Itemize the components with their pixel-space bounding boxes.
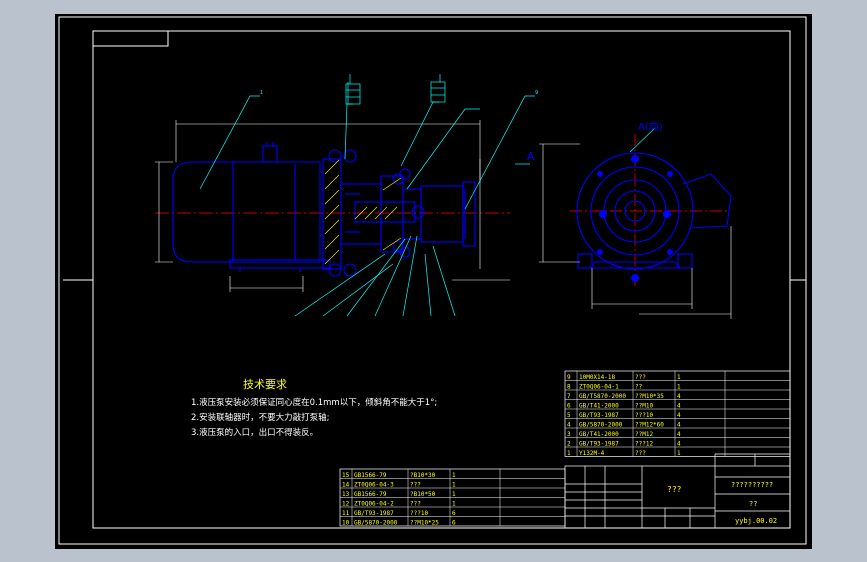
- technical-notes: 技术要求 1.液压泵安装必须保证同心度在0.1mm以下，倾斜角不能大于1°; 2…: [191, 378, 437, 438]
- bom-upper-cell-name: ???: [635, 450, 646, 457]
- section-a-label: A: [527, 150, 535, 163]
- drawing-canvas: 1 9 A(向) A 技术要求 1.液压泵安装必须保证同心度在0.1mm以下，倾…: [55, 14, 812, 549]
- cad-drawing: 1 9 A(向) A 技术要求 1.液压泵安装必须保证同心度在0.1mm以下，倾…: [58, 16, 807, 545]
- bom-lower-cell-qty: 1: [452, 472, 456, 479]
- front-label-1: 1: [260, 90, 263, 96]
- bom-lower-cell-code: GB/5870-2000: [354, 520, 398, 527]
- bom-lower-cell-code: GB1566-79: [354, 472, 387, 479]
- bom-upper-cell-no: 6: [567, 403, 571, 410]
- bom-lower-cell-no: 11: [342, 510, 350, 517]
- bom-upper-cell-no: 7: [567, 393, 571, 400]
- bom-upper-cell-code: GB/T93-1987: [579, 441, 619, 448]
- bom-upper-cell-name: ??M12: [635, 431, 653, 438]
- bom-upper-cell-name: ??M10*35: [635, 393, 664, 400]
- bom-upper-cell-no: 3: [567, 431, 571, 438]
- bolt-top: [328, 149, 342, 163]
- bom-upper-cell-qty: 1: [677, 374, 681, 381]
- bom-lower-cell-name: ???10: [410, 510, 428, 517]
- bom-upper-cell-name: ??M10: [635, 403, 653, 410]
- bom-upper-cell-no: 5: [567, 412, 571, 419]
- side-view-a: A(向) A: [515, 120, 732, 319]
- note-1: 1.液压泵安装必须保证同心度在0.1mm以下，倾斜角不能大于1°;: [191, 397, 437, 408]
- title-block-name: ???: [667, 485, 682, 494]
- bom-lower-cell-no: 10: [342, 520, 350, 527]
- bom-upper-cell-code: 10M0X14-18: [579, 374, 616, 381]
- bom-upper-cell-qty: 4: [677, 403, 681, 410]
- bom-upper-table: 9 10M0X14-18??? 1 8 ZT0Q06-04-1?? 1 7 GB/T5870-…: [564, 370, 791, 457]
- bom-lower-cell-no: 14: [342, 482, 350, 489]
- bom-lower-cell-name: ???: [410, 482, 421, 489]
- coupling-pin: [411, 205, 425, 219]
- motor-terminal-box: [262, 145, 278, 163]
- bom-upper-cell-name: ??: [635, 384, 643, 391]
- bom-upper-cell-no: 1: [567, 450, 571, 457]
- bom-upper-cell-qty: 4: [677, 412, 681, 419]
- bom-upper-cell-code: GB/T41-2000: [579, 431, 619, 438]
- drawing-number: yybj.00.02: [735, 517, 777, 525]
- bom-lower-cell-code: GB1566-79: [354, 491, 387, 498]
- motor-feet: [229, 259, 331, 269]
- front-view: 1 9: [155, 74, 538, 317]
- pump-body: [420, 185, 464, 243]
- bom-lower-cell-name: ???: [410, 501, 421, 508]
- bom-upper-cell-qty: 4: [677, 422, 681, 429]
- bom-upper-cell-qty: 4: [677, 393, 681, 400]
- bom-upper-cell-name: ???12: [635, 441, 653, 448]
- note-2: 2.安装联轴器时，不要大力敲打泵轴;: [191, 412, 329, 423]
- bom-upper-cell-name: ???10: [635, 412, 653, 419]
- bom-lower-cell-no: 15: [342, 472, 350, 479]
- bom-upper-cell-no: 9: [567, 374, 571, 381]
- bolt-bottom: [328, 263, 342, 277]
- bom-lower-table: 15 GB1566-79 ?B10*30 1 14 ZT0Q06-04-3??? 1 13 GB…: [339, 468, 566, 527]
- bom-upper-cell-code: GB/5870-2000: [579, 422, 623, 429]
- bom-upper-cell-qty: 1: [677, 450, 681, 457]
- bom-upper-cell-qty: 1: [677, 384, 681, 391]
- bom-upper-cell-code: GB/T5870-2000: [579, 393, 626, 400]
- bom-lower-cell-qty: 1: [452, 482, 456, 489]
- notes-title: 技术要求: [243, 378, 287, 391]
- bom-lower-cell-name: ?B10*50: [410, 491, 436, 498]
- front-label-9: 9: [535, 90, 538, 96]
- bom-upper-cell-code: Y132M-4: [579, 450, 605, 457]
- bom-lower-cell-qty: 1: [452, 501, 456, 508]
- bom-upper-cell-code: GB/T93-1987: [579, 412, 619, 419]
- bom-upper-cell-code: ZT0Q06-04-1: [579, 384, 619, 391]
- bom-lower-cell-code: GB/T93-1987: [354, 510, 394, 517]
- motor-body: [172, 161, 321, 263]
- bom-lower-cell-name: ?B10*30: [410, 472, 436, 479]
- bom-lower-cell-code: ZT0Q06-04-3: [354, 482, 394, 489]
- title-block-company: ??: [749, 500, 757, 508]
- bom-lower-cell-code: ZT0Q06-04-2: [354, 501, 394, 508]
- bom-lower-cell-no: 12: [342, 501, 350, 508]
- view-a-label: A(向): [638, 120, 663, 133]
- balloon-box-4: [430, 81, 446, 103]
- bom-lower-cell-name: ??M10*25: [410, 520, 439, 527]
- sheet-border: [58, 16, 807, 545]
- bom-lower-cell-qty: 6: [452, 520, 456, 527]
- outlet-port: [682, 173, 732, 229]
- bom-lower-cell-qty: 1: [452, 491, 456, 498]
- bom-upper-cell-name: ??M12*60: [635, 422, 664, 429]
- note-3: 3.液压泵的入口，出口不得装反。: [191, 427, 318, 438]
- bom-upper-cell-name: ???: [635, 374, 646, 381]
- bom-lower-cell-no: 13: [342, 491, 350, 498]
- bom-upper-cell-no: 4: [567, 422, 571, 429]
- bom-upper-cell-no: 2: [567, 441, 571, 448]
- bom-upper-cell-qty: 4: [677, 431, 681, 438]
- title-block-top: ??????????: [731, 481, 773, 489]
- bom-upper-cell-qty: 4: [677, 441, 681, 448]
- bom-upper-cell-no: 8: [567, 384, 571, 391]
- bom-upper-cell-code: GB/T41-2000: [579, 403, 619, 410]
- bom-lower-cell-qty: 6: [452, 510, 456, 517]
